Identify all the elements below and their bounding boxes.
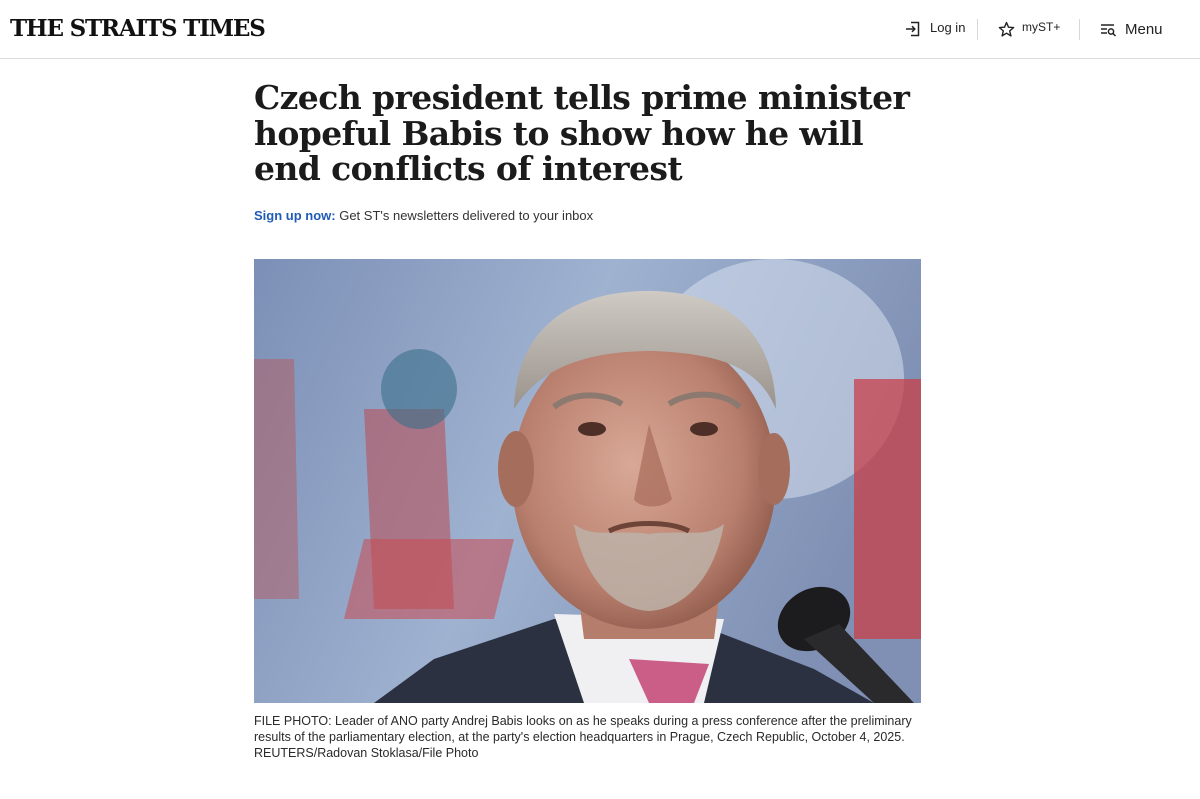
star-icon (998, 21, 1015, 38)
signup-text: Get ST's newsletters delivered to your i… (335, 208, 594, 223)
nav-divider (977, 19, 978, 40)
login-label: Log in (930, 20, 966, 35)
article-headline: Czech president tells prime minister hop… (254, 78, 910, 188)
nav-menu: Menu (1100, 0, 1163, 58)
login-button[interactable]: Log in (904, 20, 965, 38)
newsletter-signup: Sign up now: Get ST's newsletters delive… (254, 208, 593, 223)
myst-label: myST+ (1022, 20, 1061, 34)
signup-link[interactable]: Sign up now: (254, 208, 336, 223)
nav-divider (1079, 19, 1080, 40)
menu-button[interactable]: Menu (1100, 20, 1163, 38)
login-icon (904, 20, 922, 38)
photo-caption: FILE PHOTO: Leader of ANO party Andrej B… (254, 714, 912, 760)
nav-login: Log in (904, 0, 965, 58)
nav-myst: myST+ (998, 0, 1060, 58)
article-photo (254, 259, 921, 703)
site-logo[interactable]: THE STRAITS TIMES (10, 14, 266, 44)
menu-label: Menu (1125, 21, 1163, 38)
myst-button[interactable]: myST+ (998, 20, 1061, 38)
site-header: THE STRAITS TIMES Log in myST+ Menu (0, 0, 1200, 59)
menu-icon (1100, 21, 1117, 37)
